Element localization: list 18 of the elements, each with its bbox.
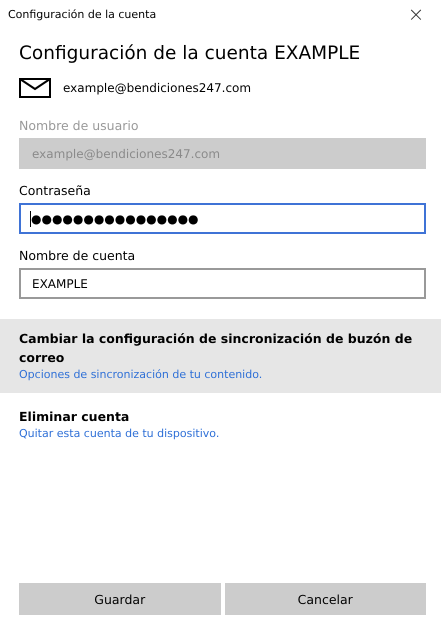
close-button[interactable]: ×	[399, 0, 433, 28]
item-title: Cambiar la configuración de sincronización de buzón de correo	[19, 330, 414, 367]
field-label: Nombre de usuario	[19, 118, 140, 133]
settings-item-highlighted[interactable]: Cambiar la configuración de sincronización de buzón de correo Opciones de sincronización de tu contenido.	[0, 319, 441, 393]
item-title: Eliminar cuenta	[19, 408, 130, 426]
window-title: Configuración de la cuenta	[8, 8, 156, 20]
field-label: Contraseña	[19, 183, 92, 198]
input-field[interactable]: ●●●●●●●●●●●●●●●●	[19, 203, 426, 234]
settings-item[interactable]: Eliminar cuenta Quitar esta cuenta de tu dispositivo.	[0, 397, 441, 452]
field-label: Nombre de cuenta	[19, 248, 136, 263]
cancel-button[interactable]: Cancelar	[224, 583, 426, 615]
mail-icon	[19, 78, 51, 98]
item-link[interactable]: Quitar esta cuenta de tu dispositivo.	[19, 426, 422, 442]
input-field[interactable]: EXAMPLE	[19, 268, 426, 299]
item-link[interactable]: Opciones de sincronización de tu contenido.	[19, 367, 422, 383]
save-button[interactable]: Guardar	[19, 583, 220, 615]
account-email: example@bendiciones247.com	[63, 81, 252, 95]
page-heading: Configuración de la cuenta EXAMPLE	[19, 43, 362, 64]
